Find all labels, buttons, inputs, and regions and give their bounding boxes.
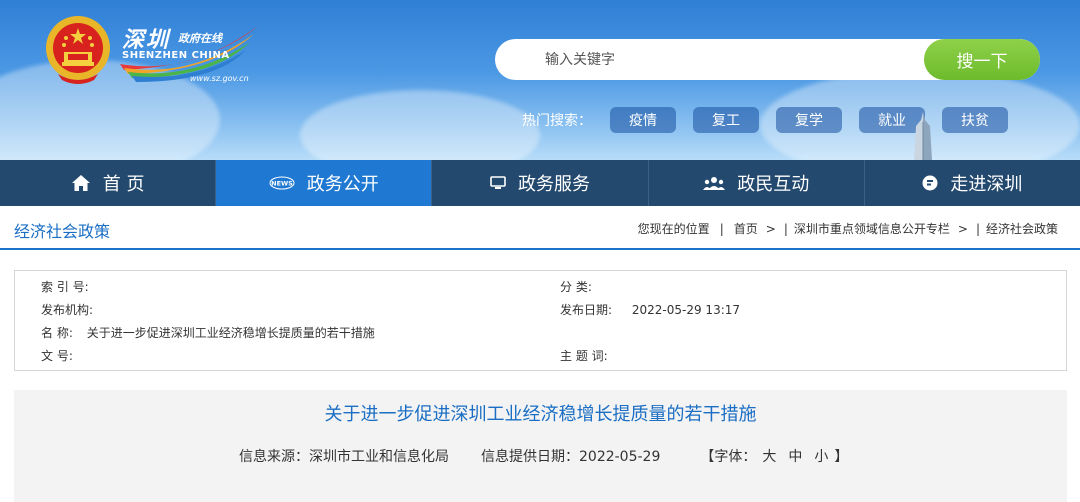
- nav-item-government-services[interactable]: 政务服务: [432, 160, 649, 206]
- info-row: 名 称: 关于进一步促进深圳工业经济稳增长提质量的若干措施: [15, 324, 1066, 346]
- section-title: 经济社会政策: [14, 222, 111, 241]
- breadcrumb-home-link[interactable]: 首页: [734, 220, 758, 237]
- font-size-label: 【字体：: [700, 449, 757, 465]
- skyscraper-icon: [914, 112, 932, 160]
- news-icon: NEWS: [269, 176, 295, 190]
- info-row: 发布机构: 发布日期: 2022-05-29 13:17: [15, 301, 1066, 323]
- logo-url: www.sz.gov.cn: [190, 74, 249, 83]
- document-info-table: 索 引 号: 分 类: 发布机构: 发布日期: 2022-05-29 13:17…: [14, 270, 1067, 371]
- breadcrumb-arrow: >: [957, 221, 968, 236]
- cloud-decoration: [300, 90, 540, 160]
- search-box: 搜一下: [495, 39, 1040, 80]
- subject-words-label: 主 题 词:: [560, 349, 608, 363]
- info-source: 信息来源：深圳市工业和信息化局: [239, 449, 449, 465]
- people-icon: [703, 176, 726, 190]
- font-size-medium-button[interactable]: 中: [788, 446, 802, 466]
- doc-name-value: 关于进一步促进深圳工业经济稳增长提质量的若干措施: [86, 326, 375, 340]
- breadcrumb-divider: |: [783, 221, 788, 236]
- nav-label: 政务服务: [518, 174, 590, 195]
- logo-english: SHENZHEN CHINA: [122, 50, 230, 61]
- breadcrumb-arrow: >: [765, 221, 776, 236]
- hot-tag-epidemic[interactable]: 疫情: [610, 107, 676, 133]
- nav-item-government-affairs-open[interactable]: NEWS 政务公开: [216, 160, 433, 206]
- publisher-label: 发布机构:: [41, 303, 94, 317]
- publish-date-value: 2022-05-29 13:17: [631, 303, 741, 317]
- info-row: 索 引 号: 分 类:: [15, 278, 1066, 300]
- hot-search-bar: 热门搜索： 疫情 复工 复学 就业 扶贫: [522, 107, 1025, 133]
- index-number-label: 索 引 号:: [41, 280, 89, 294]
- breadcrumb-current-link[interactable]: 经济社会政策: [986, 220, 1058, 237]
- svg-text:NEWS: NEWS: [271, 180, 293, 188]
- chat-icon: [922, 175, 938, 191]
- article-title: 关于进一步促进深圳工业经济稳增长提质量的若干措施: [324, 404, 757, 425]
- category-label: 分 类:: [560, 280, 592, 294]
- location-label: 您现在的位置: [637, 222, 710, 236]
- hot-tag-poverty[interactable]: 扶贫: [942, 107, 1008, 133]
- breadcrumb-column-link[interactable]: 深圳市重点领域信息公开专栏: [794, 220, 950, 237]
- provided-date: 信息提供日期：2022-05-29: [481, 449, 661, 465]
- hot-tag-resume-school[interactable]: 复学: [776, 107, 842, 133]
- doc-number-label: 文 号:: [41, 349, 73, 363]
- publish-date-label: 发布日期:: [560, 303, 613, 317]
- nav-item-home[interactable]: 首 页: [0, 160, 217, 206]
- logo-chinese-sub: 政府在线: [178, 32, 222, 45]
- nav-label: 政务公开: [306, 174, 379, 195]
- breadcrumb-divider: |: [975, 221, 980, 236]
- hot-search-label: 热门搜索：: [522, 113, 592, 129]
- home-icon: [71, 174, 91, 192]
- article-meta: 信息来源：深圳市工业和信息化局 信息提供日期：2022-05-29 【字体： 大…: [239, 446, 848, 466]
- site-header: 深圳 政府在线 SHENZHEN CHINA www.sz.gov.cn 搜一下…: [0, 0, 1080, 160]
- article-header: 关于进一步促进深圳工业经济稳增长提质量的若干措施 信息来源：深圳市工业和信息化局…: [14, 390, 1067, 502]
- main-nav: 首 页 NEWS 政务公开 政务服务 政民互动 走进深圳: [0, 160, 1080, 206]
- nav-label: 首 页: [102, 174, 145, 195]
- font-size-small-button[interactable]: 小: [814, 446, 828, 466]
- breadcrumb-divider: |: [719, 221, 724, 236]
- national-emblem-icon: [46, 16, 110, 84]
- hot-tag-resume-work[interactable]: 复工: [693, 107, 759, 133]
- breadcrumb-bar: 经济社会政策 您现在的位置 | 首页 > | 深圳市重点领域信息公开专栏 > |…: [0, 206, 1080, 250]
- nav-item-explore-shenzhen[interactable]: 走进深圳: [865, 160, 1080, 206]
- info-row: 文 号: 主 题 词:: [15, 347, 1066, 369]
- breadcrumb: 您现在的位置 | 首页 > | 深圳市重点领域信息公开专栏 > | 经济社会政策: [638, 220, 1058, 237]
- nav-item-public-interaction[interactable]: 政民互动: [649, 160, 865, 206]
- monitor-icon: [490, 176, 506, 190]
- nav-label: 政民互动: [737, 174, 810, 195]
- doc-name-label: 名 称:: [41, 326, 73, 340]
- font-size-label-close: 】: [834, 449, 849, 465]
- font-size-large-button[interactable]: 大: [762, 446, 776, 466]
- nav-label: 走进深圳: [950, 174, 1023, 195]
- search-input[interactable]: [545, 39, 915, 80]
- search-button[interactable]: 搜一下: [924, 39, 1040, 80]
